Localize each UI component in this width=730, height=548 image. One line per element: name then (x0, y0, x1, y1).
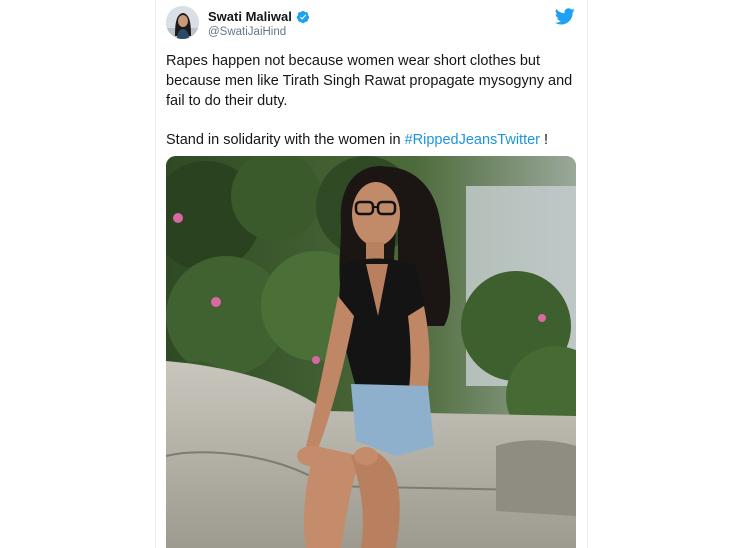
avatar-image (166, 6, 199, 39)
tweet-text-paragraph-2: Stand in solidarity with the women in #R… (166, 130, 576, 150)
tweet-media-photo[interactable] (166, 156, 576, 548)
tweet-card: Swati Maliwal @SwatiJaiHind Rapes happen… (155, 0, 588, 548)
avatar[interactable] (166, 6, 199, 39)
tweet-text-prefix: Stand in solidarity with the women in (166, 132, 405, 148)
twitter-bird-icon[interactable] (555, 8, 575, 25)
photo-woman-sitting-on-wall (166, 156, 576, 548)
tweet-header: Swati Maliwal @SwatiJaiHind (166, 6, 577, 46)
verified-badge-icon (296, 10, 309, 23)
hashtag-link[interactable]: #RippedJeansTwitter (405, 132, 540, 148)
screenshot: Swati Maliwal @SwatiJaiHind Rapes happen… (0, 0, 730, 548)
display-name[interactable]: Swati Maliwal (208, 9, 292, 24)
name-row: Swati Maliwal (208, 9, 310, 24)
tweet-text-paragraph-1: Rapes happen not because women wear shor… (166, 53, 573, 109)
user-handle[interactable]: @SwatiJaiHind (208, 26, 286, 38)
tweet-body: Rapes happen not because women wear shor… (166, 51, 576, 150)
tweet-text-suffix: ! (540, 132, 549, 148)
